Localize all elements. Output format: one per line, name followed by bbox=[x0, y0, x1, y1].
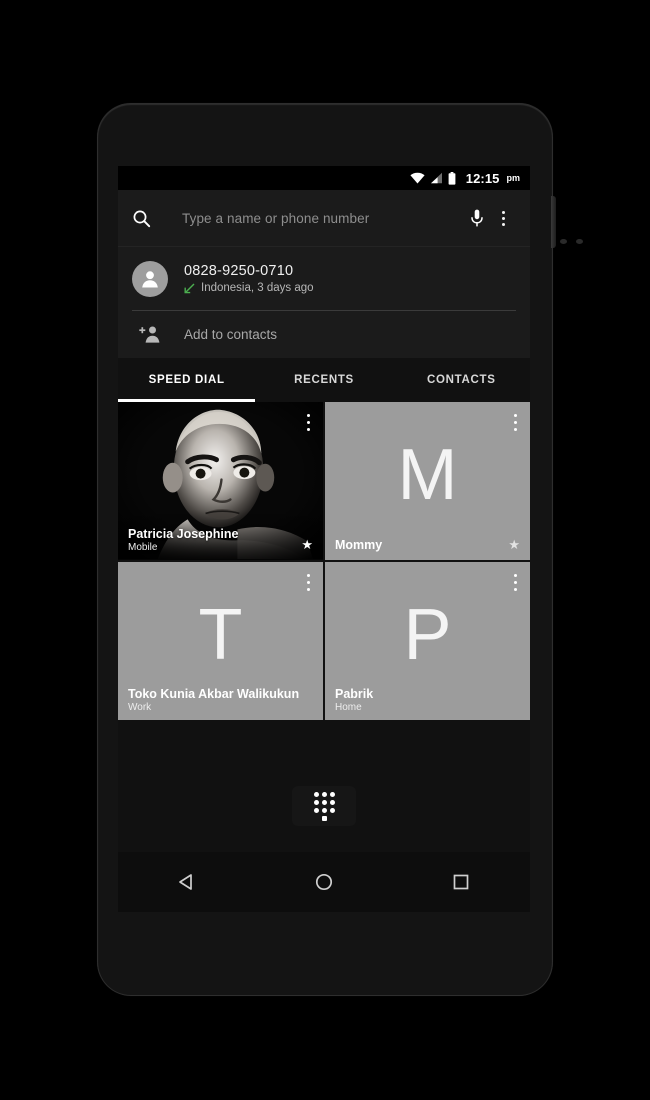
status-bar-ampm: pm bbox=[506, 173, 521, 183]
back-triangle-icon bbox=[178, 874, 192, 890]
add-to-contacts-label: Add to contacts bbox=[184, 327, 278, 342]
tile-overflow-menu-button[interactable] bbox=[307, 574, 310, 595]
search-overflow-menu-button[interactable] bbox=[490, 210, 516, 226]
speed-dial-tile[interactable]: Patricia Josephine Mobile ★ bbox=[118, 402, 323, 560]
dialpad-button-area bbox=[118, 760, 530, 852]
suggested-phone-number: 0828-9250-0710 bbox=[184, 263, 294, 279]
speed-dial-tile[interactable]: T Toko Kunia Akbar Walikukun Work bbox=[118, 562, 323, 720]
tile-overflow-menu-button[interactable] bbox=[307, 414, 310, 435]
star-icon: ★ bbox=[301, 537, 313, 552]
add-person-icon bbox=[132, 325, 168, 344]
microphone-icon bbox=[471, 209, 483, 226]
nav-home-button[interactable] bbox=[292, 858, 356, 906]
tile-labels: Pabrik Home bbox=[335, 687, 373, 713]
search-icon[interactable] bbox=[132, 209, 162, 228]
tile-contact-name: Pabrik bbox=[335, 687, 374, 701]
suggested-contact-text: 0828-9250-0710 Indonesia, 3 days ago bbox=[184, 263, 314, 294]
voice-search-button[interactable] bbox=[464, 209, 490, 228]
contact-suggestion-card: 0828-9250-0710 Indonesia, 3 days ago Add… bbox=[118, 247, 530, 358]
add-to-contacts-row[interactable]: Add to contacts bbox=[132, 311, 516, 358]
power-button[interactable] bbox=[551, 196, 556, 248]
proximity-sensor-icon bbox=[560, 239, 567, 244]
speed-dial-tile[interactable]: P Pabrik Home bbox=[325, 562, 530, 720]
ambient-light-sensor-icon bbox=[576, 239, 583, 244]
add-person-icon-glyph bbox=[139, 326, 160, 343]
search-icon-glyph bbox=[133, 210, 151, 227]
search-bar[interactable]: Type a name or phone number bbox=[118, 190, 530, 247]
incoming-call-arrow-icon bbox=[184, 283, 195, 293]
tab-recents[interactable]: RECENTS bbox=[255, 358, 392, 402]
home-circle-icon bbox=[315, 873, 333, 891]
person-avatar-icon bbox=[142, 270, 158, 287]
tile-phone-type: Work bbox=[128, 702, 152, 713]
tile-overflow-menu-button[interactable] bbox=[514, 414, 517, 435]
status-bar-time: 12:15 bbox=[465, 170, 500, 186]
system-navigation-bar bbox=[118, 852, 530, 912]
tile-labels: Mommy bbox=[335, 538, 382, 553]
battery-icon bbox=[448, 171, 456, 185]
tile-footer: Mommy ★ bbox=[325, 538, 530, 560]
tab-contacts[interactable]: CONTACTS bbox=[393, 358, 530, 402]
speed-dial-tile[interactable]: M Mommy ★ bbox=[325, 402, 530, 560]
tile-contact-name: Mommy bbox=[335, 538, 383, 552]
suggested-contact-detail-row: Indonesia, 3 days ago bbox=[184, 282, 314, 294]
tile-footer: Pabrik Home bbox=[325, 687, 530, 720]
status-bar-icons: 12:15 pm bbox=[410, 171, 520, 186]
overflow-menu-icon bbox=[501, 210, 505, 226]
tab-bar: SPEED DIAL RECENTS CONTACTS bbox=[118, 358, 530, 402]
wifi-icon bbox=[410, 172, 425, 184]
tile-labels: Patricia Josephine Mobile bbox=[128, 527, 238, 553]
screenshot-canvas: 12:15 pm Type a name or phone number 082… bbox=[0, 0, 650, 1100]
tile-labels: Toko Kunia Akbar Walikukun Work bbox=[128, 687, 299, 713]
avatar bbox=[132, 260, 168, 297]
search-input[interactable]: Type a name or phone number bbox=[162, 211, 464, 226]
nav-recents-button[interactable] bbox=[429, 858, 493, 906]
dialpad-icon bbox=[313, 791, 335, 821]
suggested-contact-row[interactable]: 0828-9250-0710 Indonesia, 3 days ago bbox=[132, 247, 516, 311]
tile-phone-type: Mobile bbox=[128, 542, 158, 553]
recents-square-icon bbox=[453, 874, 469, 890]
tile-footer: Toko Kunia Akbar Walikukun Work bbox=[118, 687, 323, 720]
tile-overflow-menu-button[interactable] bbox=[514, 574, 517, 595]
cellular-signal-icon bbox=[430, 172, 442, 184]
tile-contact-name: Patricia Josephine bbox=[128, 527, 239, 541]
tile-phone-type: Home bbox=[335, 702, 362, 713]
status-bar: 12:15 pm bbox=[118, 166, 530, 190]
dialpad-button[interactable] bbox=[292, 786, 356, 826]
speed-dial-grid: Patricia Josephine Mobile ★ M Mommy ★ T … bbox=[118, 402, 530, 720]
suggested-contact-detail: Indonesia, 3 days ago bbox=[201, 282, 314, 294]
tile-footer: Patricia Josephine Mobile ★ bbox=[118, 527, 323, 560]
tile-initial-letter: M bbox=[397, 435, 458, 516]
star-icon: ★ bbox=[508, 537, 520, 552]
tile-contact-name: Toko Kunia Akbar Walikukun bbox=[128, 687, 300, 701]
tile-initial-letter: T bbox=[198, 595, 243, 676]
phone-screen: 12:15 pm Type a name or phone number 082… bbox=[118, 166, 530, 912]
tab-speed-dial[interactable]: SPEED DIAL bbox=[118, 358, 256, 402]
nav-back-button[interactable] bbox=[155, 858, 219, 906]
tile-initial-letter: P bbox=[403, 595, 452, 676]
